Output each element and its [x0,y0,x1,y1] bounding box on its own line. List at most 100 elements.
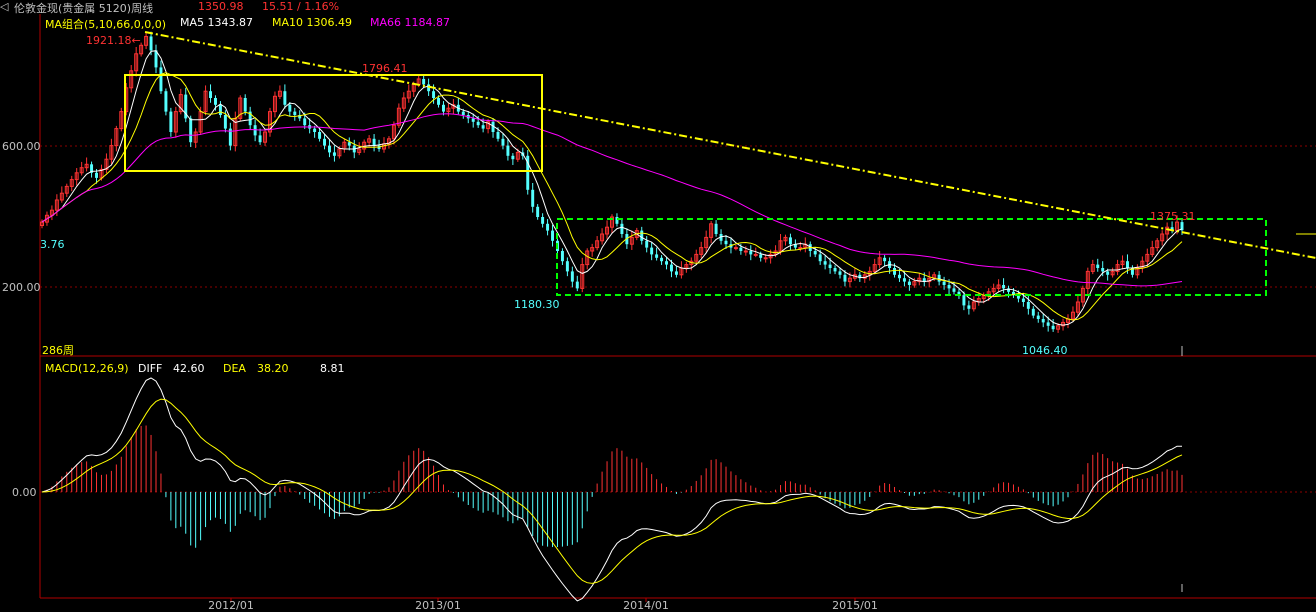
candle-body [674,271,678,275]
candle-body [1041,319,1045,323]
price-annotation: 1921.18← [86,34,141,47]
candle-body [813,251,817,255]
candle-body [967,305,971,309]
chart-canvas[interactable]: 1921.18← 1796.41 1180.30 1046.40 1375.31 600… [0,0,1316,612]
candle-body [323,138,327,146]
candle-body [253,125,257,136]
candle-body [441,104,445,112]
moving-averages [41,50,1183,326]
candle-body [962,295,966,306]
candle-body [422,78,426,85]
candle-series [40,31,1184,333]
candle-body [95,172,99,178]
candle-body [560,251,564,262]
candle-body [551,230,555,241]
candle-body [763,257,768,260]
candle-body [164,91,168,112]
candle-body [1036,315,1040,319]
candle-body [952,288,956,292]
candle-body [724,240,728,245]
candle-body [897,274,901,279]
candle-body [303,118,307,126]
candle-body [640,230,644,241]
grid-lines [40,145,1316,493]
candle-body [327,145,331,153]
candle-body [743,250,748,253]
candle-body [1026,302,1030,309]
price-annotation: 1796.41 [362,62,408,75]
candle-body [798,247,803,250]
candle-body [570,271,574,282]
candle-body [1106,271,1110,275]
candle-body [942,281,946,285]
candle-body [437,98,441,105]
candle-body [947,285,951,289]
price-annotation: 1180.30 [514,298,560,311]
axis-labels: 600.00 200.00 0.00 2012/01 2013/01 2014/01 201… [2,140,878,612]
candle-body [893,268,897,275]
candle-body [501,138,505,146]
candle-body [759,254,763,258]
candle-body [1002,285,1006,289]
candle-body [283,91,287,105]
candle-body [937,274,941,282]
ma5-line [41,50,1183,326]
candle-body [1096,264,1100,268]
candle-body [843,274,847,282]
macd-y-tick-label: 0.00 [12,486,37,499]
candle-body [372,138,376,146]
candle-body [432,91,436,98]
candle-body [258,135,262,143]
candle-body [471,118,475,122]
candle-body [481,125,485,129]
candle-body [669,264,673,272]
x-tick-label: 2013/01 [415,599,461,612]
candle-body [665,261,669,265]
y-tick-label: 600.00 [2,140,41,153]
candle-body [788,237,792,245]
candle-body [1101,268,1105,272]
candle-body [149,36,153,51]
candle-body [739,247,743,251]
candle-body [213,98,217,105]
candle-body [714,223,718,234]
candle-body [1046,322,1050,326]
candle-body [218,104,222,115]
candle-body [818,254,822,262]
x-tick-label: 2015/01 [832,599,878,612]
candle-body [733,247,738,250]
candle-body [159,67,163,92]
candle-body [883,257,887,262]
candle-body [536,206,540,217]
candle-body [223,115,227,129]
candle-body [655,254,659,258]
candle-body [902,278,906,282]
candle-body [1051,325,1055,330]
ma10-line [41,72,1183,321]
price-annotation: 1375.31 [1150,210,1196,223]
candle-body [461,111,465,115]
x-tick-label: 2014/01 [623,599,669,612]
candle-body [511,155,515,160]
candle-body [907,281,911,285]
chart-frame [39,14,1316,599]
candle-body [496,132,500,139]
candle-body [620,223,624,234]
candle-body [288,104,292,112]
candle-body [1125,261,1129,268]
resistance-trendline [144,31,1316,259]
y-tick-label: 200.00 [2,281,41,294]
candle-body [838,271,842,275]
candle-body [1021,298,1025,302]
candle-body [546,223,550,231]
candle-body [749,251,753,255]
candle-body [169,111,173,132]
x-tick-label: 2012/01 [208,599,254,612]
candle-body [753,253,758,256]
candle-body [293,111,297,115]
candle-body [347,142,351,146]
candle-body [1031,308,1035,316]
macd-series [41,377,1183,602]
candle-body [506,145,510,156]
candle-body [313,128,317,132]
